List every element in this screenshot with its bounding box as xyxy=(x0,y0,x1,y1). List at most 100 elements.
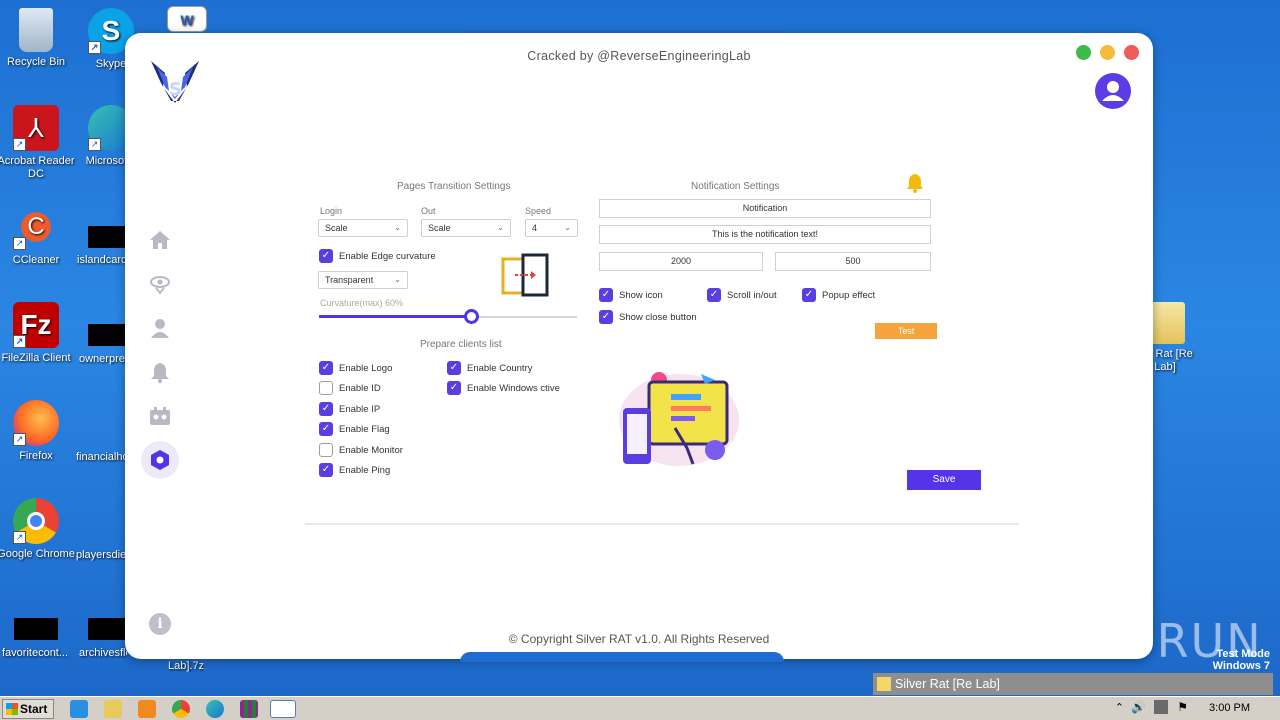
taskbar-clock[interactable]: 3:00 PM xyxy=(1209,702,1250,714)
desktop-icon-label: Lab].7z xyxy=(168,660,205,672)
silver-rat-taskbar-icon[interactable] xyxy=(270,700,296,718)
show-hidden-icons-icon[interactable]: ⌃ xyxy=(1115,701,1124,714)
desktop-icon-filezilla[interactable]: Fz ↗ FileZilla Client xyxy=(0,302,75,365)
bell-icon xyxy=(907,174,923,193)
desktop-icon-label: islandcard.j xyxy=(77,254,127,266)
desktop-icon-firefox[interactable]: ↗ Firefox xyxy=(0,400,75,463)
shortcut-arrow-icon: ↗ xyxy=(88,138,101,151)
popup-effect-checkbox[interactable]: ✓ Popup effect xyxy=(802,288,875,302)
chevron-down-icon: ⌄ xyxy=(497,223,504,232)
notification-delay-input[interactable]: 500 xyxy=(775,252,931,271)
sidebar-item-monitor[interactable] xyxy=(141,265,179,303)
login-label: Login xyxy=(320,206,343,216)
shortcut-arrow-icon: ↗ xyxy=(13,335,26,348)
explorer-icon[interactable] xyxy=(104,700,122,718)
desktop-icon-acrobat[interactable]: ⅄ ↗ Acrobat Reader DC xyxy=(0,105,75,181)
slider-fill xyxy=(319,315,471,318)
scroll-checkbox[interactable]: ✓ Scroll in/out xyxy=(707,288,777,302)
ie-icon[interactable] xyxy=(70,700,88,718)
notification-duration-input[interactable]: 2000 xyxy=(599,252,763,271)
client-option-checkbox[interactable]: Enable ID xyxy=(319,381,381,395)
client-option-checkbox[interactable]: ✓ Enable IP xyxy=(319,402,380,416)
desktop-icon-ccleaner[interactable]: C ↗ CCleaner xyxy=(0,204,75,267)
window-title: Cracked by @ReverseEngineeringLab xyxy=(527,49,751,63)
save-button[interactable]: Save xyxy=(907,470,981,490)
shortcut-arrow-icon: ↗ xyxy=(13,138,26,151)
desktop-icon-chrome[interactable]: ↗ Google Chrome xyxy=(0,498,75,561)
desktop-icon-label: Firefox xyxy=(19,450,53,462)
checkbox-box: ✓ xyxy=(447,381,461,395)
taskbar-window-preview[interactable]: Silver Rat [Re Lab] xyxy=(873,673,1273,695)
test-mode-watermark: Test Mode Windows 7 xyxy=(1213,648,1270,672)
flag-icon[interactable]: ⚑ xyxy=(1177,700,1188,714)
curvature-slider[interactable] xyxy=(319,309,577,325)
test-notification-button[interactable]: Test xyxy=(875,323,937,339)
shortcut-arrow-icon: ↗ xyxy=(88,41,101,54)
start-button[interactable]: Start xyxy=(2,699,54,719)
notification-text-input[interactable]: This is the notification text! xyxy=(599,225,931,244)
sidebar-item-bots[interactable] xyxy=(141,397,179,435)
checkbox-label: Enable Ping xyxy=(339,464,391,476)
client-option-checkbox[interactable]: ✓ Enable Windows ctive xyxy=(447,381,560,395)
robot-icon xyxy=(150,407,170,425)
volume-icon[interactable]: 🔊 xyxy=(1131,700,1146,714)
silver-rat-logo: S xyxy=(151,61,199,103)
taskbar-window-title: Silver Rat [Re Lab] xyxy=(895,677,1000,691)
maximize-button[interactable] xyxy=(1076,45,1091,60)
close-button[interactable] xyxy=(1124,45,1139,60)
checkbox-box xyxy=(319,443,333,457)
profile-avatar-icon[interactable] xyxy=(1095,73,1131,109)
winrar-icon[interactable] xyxy=(240,700,258,718)
checkbox-label: Enable Monitor xyxy=(339,444,403,456)
minimize-button[interactable] xyxy=(1100,45,1115,60)
slider-thumb[interactable] xyxy=(463,309,479,324)
out-transition-select[interactable]: Scale ⌄ xyxy=(421,219,511,237)
speed-select[interactable]: 4 ⌄ xyxy=(525,219,578,237)
notification-settings-title: Notification Settings xyxy=(691,181,780,192)
desktop-icon-label: favoritecont... xyxy=(2,647,69,659)
checkbox-label: Enable ID xyxy=(339,382,381,394)
windows-logo-icon xyxy=(6,703,18,715)
desktop-icon-label: Skype xyxy=(95,58,127,70)
checkbox-box: ✓ xyxy=(599,310,613,324)
show-icon-checkbox[interactable]: ✓ Show icon xyxy=(599,288,663,302)
sidebar-nav xyxy=(141,221,179,485)
show-close-button-checkbox[interactable]: ✓ Show close button xyxy=(599,310,697,324)
settings-panel: Pages Transition Settings Login Scale ⌄ … xyxy=(305,173,1019,525)
desktop-icon-word-doc[interactable]: W xyxy=(148,6,226,36)
edge-icon[interactable] xyxy=(206,700,224,718)
sidebar-item-notifications[interactable] xyxy=(141,353,179,391)
window-bottom-tab xyxy=(460,652,784,662)
sidebar-item-users[interactable] xyxy=(141,309,179,347)
start-label: Start xyxy=(20,702,48,716)
client-option-checkbox[interactable]: ✓ Enable Flag xyxy=(319,422,390,436)
desktop-icon-label: Google Chrome xyxy=(0,548,75,560)
login-transition-select[interactable]: Scale ⌄ xyxy=(318,219,408,237)
desktop-icon-recycle-bin[interactable]: Recycle Bin xyxy=(0,8,75,69)
sidebar-item-home[interactable] xyxy=(141,221,179,259)
network-icon[interactable] xyxy=(1154,700,1168,714)
client-option-checkbox[interactable]: ✓ Enable Logo xyxy=(319,361,392,375)
media-player-icon[interactable] xyxy=(138,700,156,718)
out-label: Out xyxy=(421,206,436,216)
user-icon xyxy=(151,319,169,338)
notification-title-input[interactable]: Notification xyxy=(599,199,931,218)
recycle-bin-icon xyxy=(19,8,53,52)
client-option-checkbox[interactable]: Enable Monitor xyxy=(319,443,403,457)
checkbox-label: Enable Windows ctive xyxy=(467,382,560,394)
curvature-mode-select[interactable]: Transparent ⌄ xyxy=(318,271,408,289)
taskbar: Start ⌃ 🔊 ⚑ 3:00 PM xyxy=(0,696,1280,720)
client-option-checkbox[interactable]: ✓ Enable Ping xyxy=(319,463,390,477)
desktop-icon-label: playersdie xyxy=(76,549,126,561)
chevron-down-icon: ⌄ xyxy=(394,223,401,232)
chrome-icon[interactable] xyxy=(172,700,190,718)
edge-curvature-checkbox[interactable]: ✓ Enable Edge curvature xyxy=(319,249,436,263)
client-option-checkbox[interactable]: ✓ Enable Country xyxy=(447,361,532,375)
firefox-icon: ↗ xyxy=(13,400,59,446)
chevron-down-icon: ⌄ xyxy=(394,275,401,284)
checkbox-box: ✓ xyxy=(319,249,333,263)
sidebar-item-settings[interactable] xyxy=(141,441,179,479)
shortcut-arrow-icon: ↗ xyxy=(13,433,26,446)
bell-icon xyxy=(151,363,169,383)
checkbox-label: Enable IP xyxy=(339,403,381,415)
